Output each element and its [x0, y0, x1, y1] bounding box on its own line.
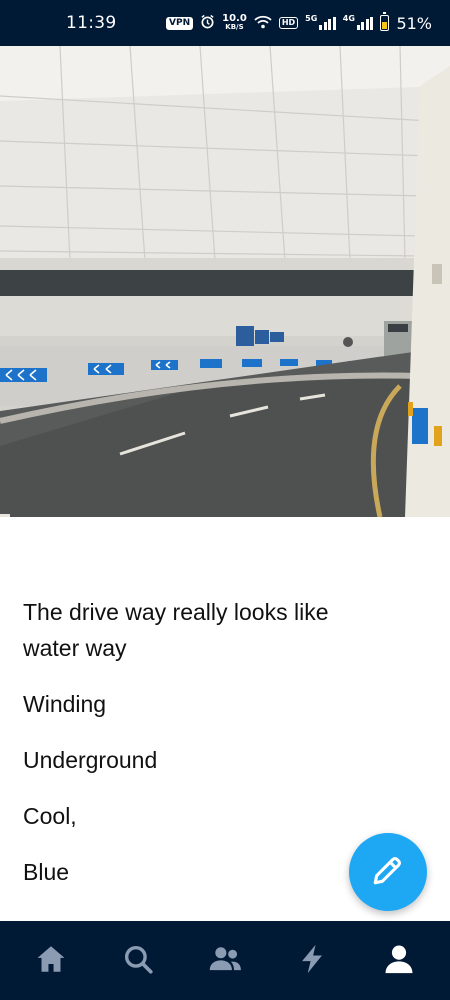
nav-search[interactable]	[108, 931, 168, 991]
lightning-icon	[295, 942, 329, 980]
nav-activity[interactable]	[282, 931, 342, 991]
parking-garage-photo	[0, 46, 450, 517]
bottom-nav	[0, 921, 450, 1000]
post-line: Winding	[23, 691, 107, 717]
post-text: The drive way really looks like water wa…	[23, 594, 383, 910]
vpn-badge: VPN	[166, 16, 194, 30]
compose-button[interactable]	[349, 833, 427, 911]
signal-4g-icon	[356, 16, 374, 30]
status-bar: 11:39 VPN 10.0 KB/S HD 5G 4G 51%	[0, 0, 450, 46]
status-time: 11:39	[66, 13, 117, 33]
search-icon	[121, 942, 155, 980]
network-speed-value: 10.0	[222, 13, 247, 24]
home-icon	[34, 942, 68, 980]
alarm-icon	[200, 14, 215, 32]
wifi-icon	[254, 15, 272, 32]
network-speed-unit: KB/S	[225, 23, 244, 31]
battery-icon	[380, 12, 390, 31]
network-speed: 10.0 KB/S	[222, 14, 247, 32]
post-line: The drive way really looks like water wa…	[23, 599, 329, 661]
hd-badge: HD	[278, 17, 299, 29]
nav-home[interactable]	[21, 931, 81, 991]
nav-following[interactable]	[195, 931, 255, 991]
status-icons: VPN 10.0 KB/S HD 5G 4G 51%	[166, 12, 432, 33]
post-line: Blue	[23, 859, 70, 885]
network-label-4g: 4G	[342, 13, 355, 23]
battery-percent: 51%	[396, 13, 432, 33]
signal-5g-icon	[319, 16, 336, 30]
post-photo[interactable]	[0, 46, 450, 517]
pencil-icon	[371, 853, 405, 891]
post-line: Underground	[23, 747, 158, 773]
network-label-5g: 5G	[305, 13, 318, 23]
nav-account[interactable]	[369, 931, 429, 991]
account-icon	[382, 942, 416, 980]
people-icon	[207, 942, 243, 980]
post-line: Cool,	[23, 803, 77, 829]
